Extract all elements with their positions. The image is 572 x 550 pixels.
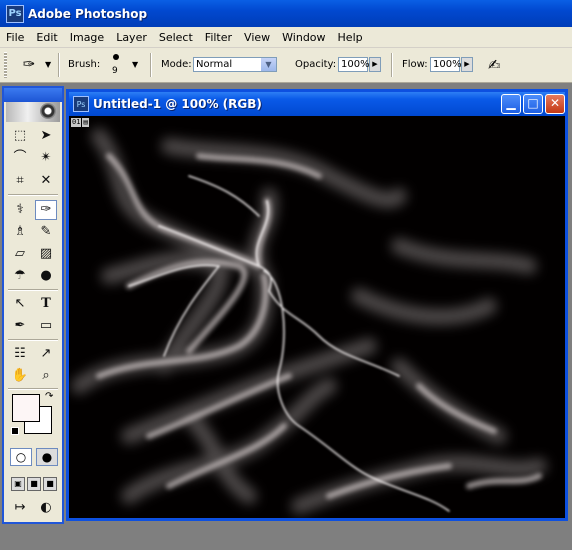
flow-arrow-icon[interactable]: ▶ — [461, 57, 473, 72]
options-bar: ✑ ▼ Brush: 9 ▼ Mode: Normal ▼ Opacity: 1… — [0, 48, 572, 83]
app-title: Adobe Photoshop — [28, 6, 148, 21]
lasso-tool-icon[interactable]: ⌒ — [9, 148, 31, 168]
app-titlebar: Ps Adobe Photoshop — [0, 0, 572, 27]
swap-colors-icon[interactable]: ↷ — [45, 391, 53, 402]
tool-preset-brush-icon[interactable]: ✑ — [18, 55, 40, 75]
adobe-online-logo[interactable] — [6, 102, 60, 122]
hand-tool-icon[interactable]: ✋ — [9, 366, 31, 386]
history-brush-icon[interactable]: ✎ — [35, 222, 57, 242]
brush-tool[interactable]: ✑ — [35, 200, 57, 220]
options-divider — [391, 53, 393, 77]
document-title: Untitled-1 @ 100% (RGB) — [93, 97, 262, 111]
jump-to-imageready-icon[interactable]: ↦ — [9, 498, 31, 518]
opacity-field[interactable]: 100% — [338, 57, 370, 72]
menu-edit[interactable]: Edit — [30, 31, 63, 44]
path-select-icon[interactable]: ↖ — [9, 294, 31, 314]
toolbox-divider — [8, 289, 58, 291]
move-tool-icon[interactable]: ➤ — [35, 126, 57, 146]
menu-view[interactable]: View — [238, 31, 276, 44]
rectangle-tool-icon[interactable]: ▭ — [35, 316, 57, 336]
dodge-tool-icon[interactable]: ● — [35, 266, 57, 286]
menu-file[interactable]: File — [0, 31, 30, 44]
quick-mask-icon[interactable]: ● — [36, 448, 58, 466]
document-titlebar[interactable]: Ps Untitled-1 @ 100% (RGB) ▁ □ ✕ — [69, 92, 565, 116]
close-icon[interactable]: ✕ — [545, 94, 565, 114]
flow-field[interactable]: 100% — [430, 57, 462, 72]
badge-number: 01 — [71, 118, 82, 127]
canvas[interactable]: 01 ▤ — [69, 116, 565, 518]
crop-tool-icon[interactable]: ⌗ — [9, 171, 31, 191]
mode-value: Normal — [196, 59, 233, 70]
eraser-tool-icon[interactable]: ▱ — [9, 244, 31, 264]
airbrush-icon[interactable]: ✍ — [488, 56, 501, 74]
imageready-icon[interactable]: ◐ — [35, 498, 57, 518]
default-colors-icon[interactable] — [11, 427, 19, 435]
brush-dropdown-icon[interactable]: ▼ — [132, 60, 138, 69]
magic-wand-icon[interactable]: ✴ — [35, 148, 57, 168]
toolbox-divider — [8, 194, 58, 196]
full-screen-icon[interactable]: ■ — [43, 477, 57, 491]
opacity-arrow-icon[interactable]: ▶ — [369, 57, 381, 72]
toolbox: ⬚ ➤ ⌒ ✴ ⌗ ✕ ⚕ ✑ ♗ ✎ ▱ ▨ ☂ ● ↖ T ✒ ▭ ☷ ↗ … — [2, 86, 64, 524]
toolbox-divider — [8, 388, 58, 390]
chevron-down-icon[interactable]: ▼ — [261, 58, 276, 71]
options-divider — [150, 53, 152, 77]
badge-icon: ▤ — [82, 118, 89, 127]
photoshop-doc-icon[interactable]: Ps — [73, 96, 89, 112]
standard-mode-icon[interactable]: ○ — [10, 448, 32, 466]
menu-bar: File Edit Image Layer Select Filter View… — [0, 27, 572, 48]
tool-preset-dropdown-icon[interactable]: ▼ — [45, 60, 51, 69]
minimize-icon[interactable]: ▁ — [501, 94, 521, 114]
menu-window[interactable]: Window — [276, 31, 331, 44]
zoom-tool-icon[interactable]: ⌕ — [35, 366, 57, 386]
document-badge: 01 ▤ — [71, 118, 89, 127]
blur-tool-icon[interactable]: ☂ — [9, 266, 31, 286]
options-grip[interactable] — [4, 52, 7, 78]
gradient-tool-icon[interactable]: ▨ — [35, 244, 57, 264]
menu-filter[interactable]: Filter — [199, 31, 238, 44]
foreground-color-swatch[interactable] — [12, 394, 40, 422]
toolbox-divider — [8, 339, 58, 341]
options-divider — [58, 53, 60, 77]
opacity-label: Opacity: — [295, 59, 337, 70]
smoke-artwork — [71, 128, 547, 514]
marquee-tool-icon[interactable]: ⬚ — [9, 126, 31, 146]
clone-stamp-icon[interactable]: ♗ — [9, 222, 31, 242]
standard-screen-icon[interactable]: ▣ — [11, 477, 25, 491]
toolbox-header[interactable] — [4, 88, 62, 102]
maximize-icon[interactable]: □ — [523, 94, 543, 114]
full-screen-menu-icon[interactable]: ■ — [27, 477, 41, 491]
menu-layer[interactable]: Layer — [110, 31, 153, 44]
mode-select[interactable]: Normal ▼ — [193, 57, 277, 72]
eyedropper-icon[interactable]: ↗ — [35, 344, 57, 364]
mode-label: Mode: — [161, 59, 192, 70]
menu-help[interactable]: Help — [332, 31, 369, 44]
flow-label: Flow: — [402, 59, 428, 70]
pen-tool-icon[interactable]: ✒ — [9, 316, 31, 336]
menu-image[interactable]: Image — [64, 31, 110, 44]
menu-select[interactable]: Select — [153, 31, 199, 44]
brush-label: Brush: — [68, 59, 101, 70]
slice-tool-icon[interactable]: ✕ — [35, 171, 57, 191]
brush-size: 9 — [112, 66, 118, 76]
photoshop-icon[interactable]: Ps — [6, 4, 24, 23]
brush-preview-icon[interactable] — [113, 54, 119, 60]
document-window: Ps Untitled-1 @ 100% (RGB) ▁ □ ✕ 01 ▤ — [66, 89, 568, 521]
healing-brush-icon[interactable]: ⚕ — [9, 200, 31, 220]
notes-tool-icon[interactable]: ☷ — [9, 344, 31, 364]
type-tool-icon[interactable]: T — [35, 294, 57, 314]
eye-icon — [40, 103, 56, 119]
